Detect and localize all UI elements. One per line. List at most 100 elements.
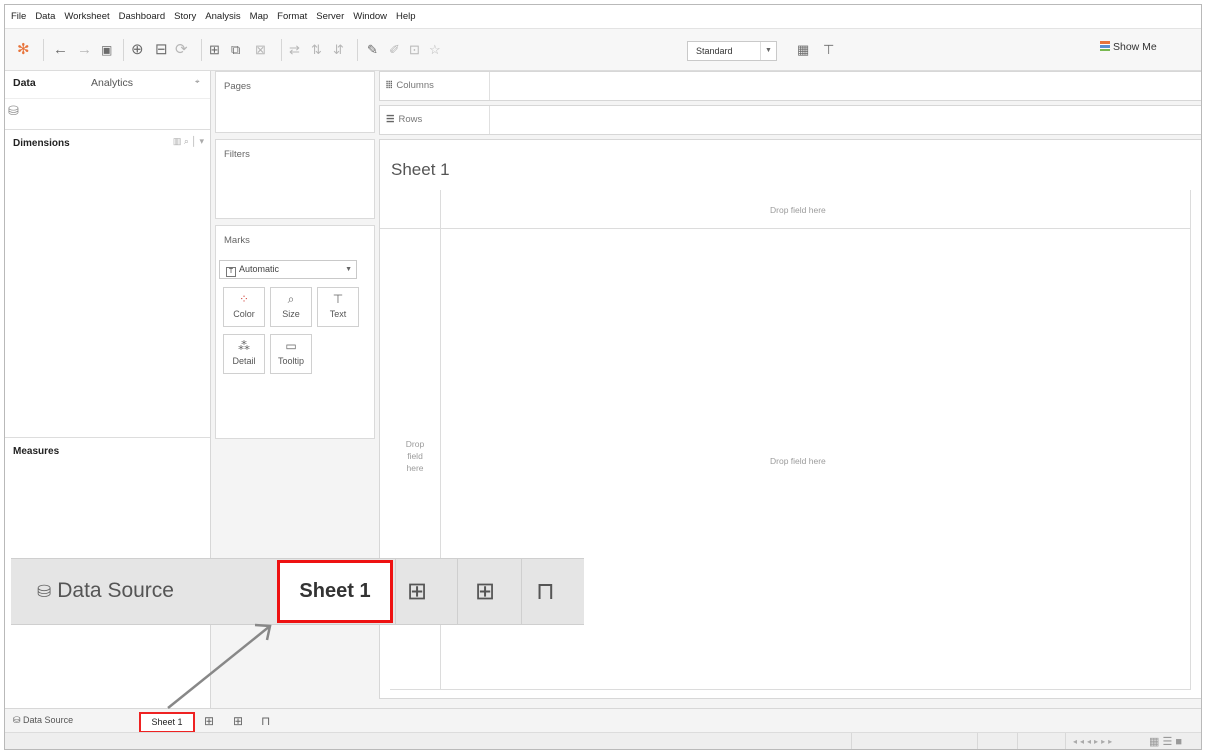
rows-shelf[interactable]: ☰ Rows bbox=[379, 105, 1201, 135]
save-icon[interactable]: ▣ bbox=[101, 41, 112, 59]
mark-type-value: Automatic bbox=[239, 264, 280, 274]
tooltip-button[interactable]: ▭ Tooltip bbox=[270, 334, 312, 374]
status-divider bbox=[1065, 733, 1066, 749]
highlight-icon[interactable]: ✎ bbox=[367, 41, 378, 59]
new-story-icon[interactable]: ⊓ bbox=[261, 714, 270, 728]
pages-shelf[interactable]: Pages bbox=[215, 71, 375, 133]
search-icon[interactable]: ▥ ⌕ │ ▾ bbox=[173, 136, 204, 147]
new-dashboard-icon[interactable]: ⊞ bbox=[233, 714, 243, 728]
columns-label: Columns bbox=[396, 80, 434, 91]
chevron-down-icon: ▼ bbox=[760, 42, 776, 60]
data-source-tab-label: Data Source bbox=[23, 715, 74, 725]
filters-shelf[interactable]: Filters bbox=[215, 139, 375, 219]
new-worksheet-icon[interactable]: ⊞ bbox=[204, 714, 214, 728]
drop-zone-center[interactable]: Drop field here bbox=[770, 456, 826, 466]
drop-zone-rows-line: Drop bbox=[405, 439, 425, 449]
menu-worksheet[interactable]: Worksheet bbox=[64, 11, 109, 22]
tab-data[interactable]: Data bbox=[13, 77, 36, 89]
tooltip-label: Tooltip bbox=[277, 356, 304, 366]
menu-format[interactable]: Format bbox=[277, 11, 307, 22]
dimensions-label: Dimensions bbox=[13, 138, 70, 149]
new-dashboard-icon: ⊞ bbox=[475, 578, 496, 605]
show-cards-icon[interactable]: ▦ bbox=[797, 41, 809, 59]
detail-label: Detail bbox=[232, 356, 256, 366]
sort-descending-icon[interactable]: ⇵ bbox=[333, 41, 344, 59]
pages-label: Pages bbox=[224, 81, 251, 92]
menu-server[interactable]: Server bbox=[316, 11, 344, 22]
tableau-logo-icon[interactable]: ✻ bbox=[17, 41, 30, 59]
fit-dropdown[interactable]: Standard ▼ bbox=[687, 41, 777, 61]
size-button[interactable]: ⌕ Size bbox=[270, 287, 312, 327]
swap-icon[interactable]: ⇄ bbox=[289, 41, 300, 59]
columns-shelf[interactable]: ⦙⦙⦙ Columns bbox=[379, 71, 1201, 101]
callout-separator bbox=[395, 559, 396, 624]
data-pane-tabs: Data Analytics ⌖ bbox=[5, 71, 210, 99]
menu-map[interactable]: Map bbox=[250, 11, 268, 22]
menu-data[interactable]: Data bbox=[35, 11, 55, 22]
detail-button[interactable]: ⁂ Detail bbox=[223, 334, 265, 374]
mark-type-dropdown[interactable]: T Automatic ▼ bbox=[219, 260, 357, 279]
show-me-button[interactable]: Show Me bbox=[1100, 41, 1157, 53]
rows-label: Rows bbox=[398, 114, 423, 125]
tooltip-icon: ▭ bbox=[285, 339, 297, 353]
sheet-1-tab[interactable]: Sheet 1 bbox=[139, 712, 195, 733]
status-divider bbox=[977, 733, 978, 749]
toolbar-separator bbox=[123, 39, 124, 61]
menu-story[interactable]: Story bbox=[174, 11, 196, 22]
sheet-title[interactable]: Sheet 1 bbox=[391, 160, 450, 180]
new-worksheet-icon[interactable]: ⊞ bbox=[209, 41, 220, 59]
database-icon: ⛁ bbox=[37, 582, 52, 601]
columns-label-box: ⦙⦙⦙ Columns bbox=[380, 72, 490, 100]
measures-header: Measures bbox=[5, 437, 210, 457]
drop-zone-rows[interactable]: Drop field here bbox=[395, 438, 435, 474]
zoom-callout: ⛁ Data Source Sheet 1 ⊞ ⊞ ⊓ bbox=[11, 558, 584, 625]
menu-help[interactable]: Help bbox=[396, 11, 416, 22]
text-label: Text bbox=[329, 309, 347, 319]
menu-file[interactable]: File bbox=[11, 11, 26, 22]
view-bottom-line bbox=[390, 689, 1190, 690]
database-icon: ⛁ bbox=[13, 715, 24, 725]
sort-ascending-icon[interactable]: ⇅ bbox=[311, 41, 322, 59]
data-source-tab[interactable]: ⛁ Data Source bbox=[13, 715, 73, 726]
text-icon: ⊤ bbox=[332, 292, 344, 306]
sheet-sorter-icon[interactable]: ▦ ☰ ■ bbox=[1149, 735, 1182, 748]
menu-window[interactable]: Window bbox=[353, 11, 387, 22]
menu-analysis[interactable]: Analysis bbox=[205, 11, 240, 22]
drop-zone-rows-line: field bbox=[407, 451, 423, 461]
labels-icon[interactable]: ⊡ bbox=[409, 41, 420, 59]
callout-separator bbox=[457, 559, 458, 624]
dimensions-header: Dimensions ▥ ⌕ │ ▾ bbox=[5, 129, 210, 149]
clear-sheet-icon[interactable]: ⊠ bbox=[255, 41, 266, 59]
group-icon[interactable]: ✐ bbox=[389, 41, 400, 59]
toolbar-separator bbox=[357, 39, 358, 61]
chevron-down-icon: ▼ bbox=[345, 266, 352, 273]
pause-updates-icon[interactable]: ⊟ bbox=[155, 41, 168, 59]
show-me-icon bbox=[1100, 41, 1110, 51]
detail-icon: ⁂ bbox=[238, 339, 250, 353]
refresh-icon[interactable]: ⟳ bbox=[175, 41, 188, 59]
presentation-mode-icon[interactable]: ⊤ bbox=[823, 41, 834, 59]
new-data-source-icon[interactable]: ⊕ bbox=[131, 41, 144, 59]
status-divider bbox=[851, 733, 852, 749]
tableau-window: File Data Worksheet Dashboard Story Anal… bbox=[4, 4, 1202, 750]
sheet-navigation-icon[interactable]: ◂◂◂▸▸▸ bbox=[1073, 737, 1115, 746]
filters-label: Filters bbox=[224, 149, 250, 160]
drop-zone-columns[interactable]: Drop field here bbox=[770, 205, 826, 215]
duplicate-sheet-icon[interactable]: ⧉ bbox=[231, 41, 240, 59]
rows-icon: ☰ bbox=[386, 114, 395, 125]
menu-dashboard[interactable]: Dashboard bbox=[119, 11, 165, 22]
text-button[interactable]: ⊤ Text bbox=[317, 287, 359, 327]
fix-axes-icon[interactable]: ☆ bbox=[429, 41, 441, 59]
redo-icon[interactable]: → bbox=[77, 41, 92, 59]
color-button[interactable]: ⁘ Color bbox=[223, 287, 265, 327]
toolbar-separator bbox=[281, 39, 282, 61]
pin-icon[interactable]: ⌖ bbox=[195, 77, 200, 87]
toolbar-separator bbox=[43, 39, 44, 61]
columns-icon: ⦙⦙⦙ bbox=[386, 80, 393, 91]
marks-label: Marks bbox=[224, 235, 250, 246]
callout-data-source-label: Data Source bbox=[57, 579, 174, 602]
tab-analytics[interactable]: Analytics bbox=[91, 77, 133, 89]
undo-icon[interactable]: ← bbox=[53, 41, 68, 59]
callout-separator bbox=[521, 559, 522, 624]
toolbar: ✻ ← → ▣ ⊕ ⊟ ⟳ ⊞ ⧉ ⊠ ⇄ ⇅ ⇵ ✎ ✐ ⊡ ☆ Standa… bbox=[5, 29, 1201, 71]
